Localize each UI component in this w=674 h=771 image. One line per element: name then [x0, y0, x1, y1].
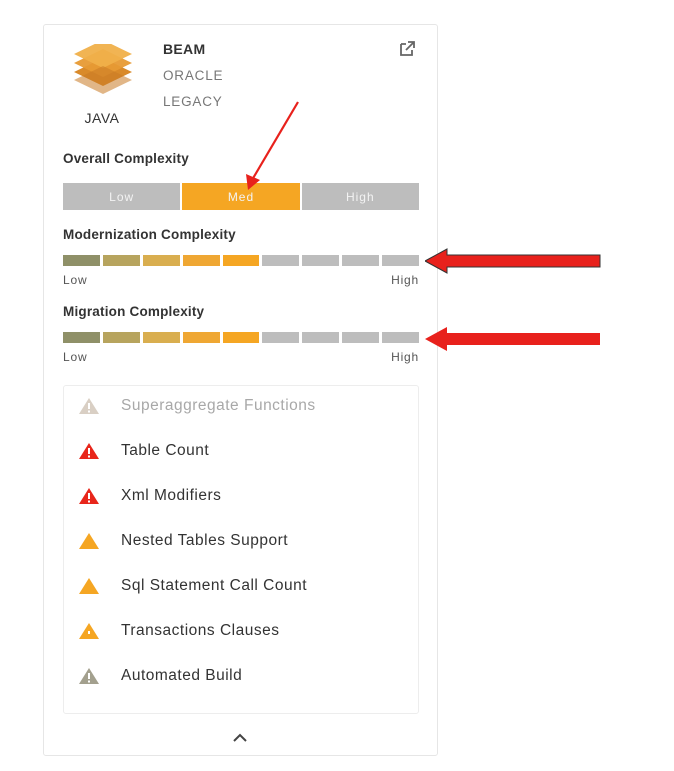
finding-item[interactable]: Transactions Clauses	[78, 622, 279, 640]
range-low-label: Low	[63, 350, 88, 364]
annotation-arrow-med	[246, 101, 299, 190]
complexity-segment	[222, 255, 260, 266]
tag-oracle: ORACLE	[163, 68, 224, 83]
finding-label: Sql Statement Call Count	[121, 577, 308, 594]
complexity-segment	[302, 255, 340, 266]
range-low-label: Low	[63, 273, 88, 287]
complexity-segment	[182, 332, 220, 343]
warning-icon	[79, 668, 99, 684]
application-name: BEAM	[163, 41, 206, 57]
external-link-icon[interactable]	[398, 40, 416, 58]
migration-range: Low High	[63, 350, 419, 364]
warning-icon	[79, 398, 99, 414]
complexity-segment	[302, 332, 340, 343]
stack-logo-icon	[74, 44, 132, 94]
finding-label: Superaggregate Functions	[121, 397, 316, 414]
finding-label: Xml Modifiers	[121, 487, 222, 504]
annotation-arrow-migration	[425, 327, 600, 351]
finding-label: Nested Tables Support	[121, 532, 289, 549]
migration-complexity-title: Migration Complexity	[63, 304, 205, 319]
finding-label: Table Count	[121, 442, 210, 459]
complexity-segment	[142, 255, 180, 266]
modernization-range: Low High	[63, 273, 419, 287]
range-high-label: High	[391, 350, 419, 364]
complexity-segment	[342, 332, 380, 343]
range-high-label: High	[391, 273, 419, 287]
finding-item[interactable]: Table Count	[78, 442, 209, 460]
finding-item[interactable]: Sql Statement Call Count	[78, 577, 307, 595]
complexity-segment	[142, 332, 180, 343]
finding-item[interactable]: Xml Modifiers	[78, 487, 221, 505]
migration-complexity-bar	[63, 332, 420, 343]
findings-list: Superaggregate Functions Table Count Xml…	[63, 385, 419, 714]
warning-icon	[79, 488, 99, 504]
finding-item[interactable]: Nested Tables Support	[78, 532, 288, 550]
complexity-segment	[63, 332, 100, 343]
complexity-segment	[262, 255, 300, 266]
warning-icon	[79, 623, 99, 639]
warning-icon	[79, 443, 99, 459]
complexity-segment	[262, 332, 300, 343]
annotation-arrow-modernization	[425, 248, 601, 274]
chevron-up-icon[interactable]	[232, 731, 248, 743]
finding-item[interactable]: Automated Build	[78, 667, 242, 685]
modernization-complexity-bar	[63, 255, 420, 266]
warning-icon	[79, 578, 99, 594]
language-label: JAVA	[84, 110, 120, 126]
complexity-low-button[interactable]: Low	[63, 183, 183, 210]
complexity-segment	[102, 255, 140, 266]
tag-legacy: LEGACY	[163, 94, 223, 109]
finding-label: Transactions Clauses	[121, 622, 280, 639]
warning-icon	[79, 533, 99, 549]
complexity-segment	[63, 255, 100, 266]
complexity-segment	[222, 332, 260, 343]
modernization-complexity-title: Modernization Complexity	[63, 227, 236, 242]
complexity-segment	[382, 332, 420, 343]
overall-complexity-title: Overall Complexity	[63, 151, 189, 166]
complexity-segment	[342, 255, 380, 266]
complexity-high-button[interactable]: High	[301, 183, 419, 210]
finding-label: Automated Build	[121, 667, 243, 684]
complexity-segment	[102, 332, 140, 343]
complexity-segment	[382, 255, 420, 266]
finding-item[interactable]: Superaggregate Functions	[78, 397, 316, 415]
complexity-segment	[182, 255, 220, 266]
